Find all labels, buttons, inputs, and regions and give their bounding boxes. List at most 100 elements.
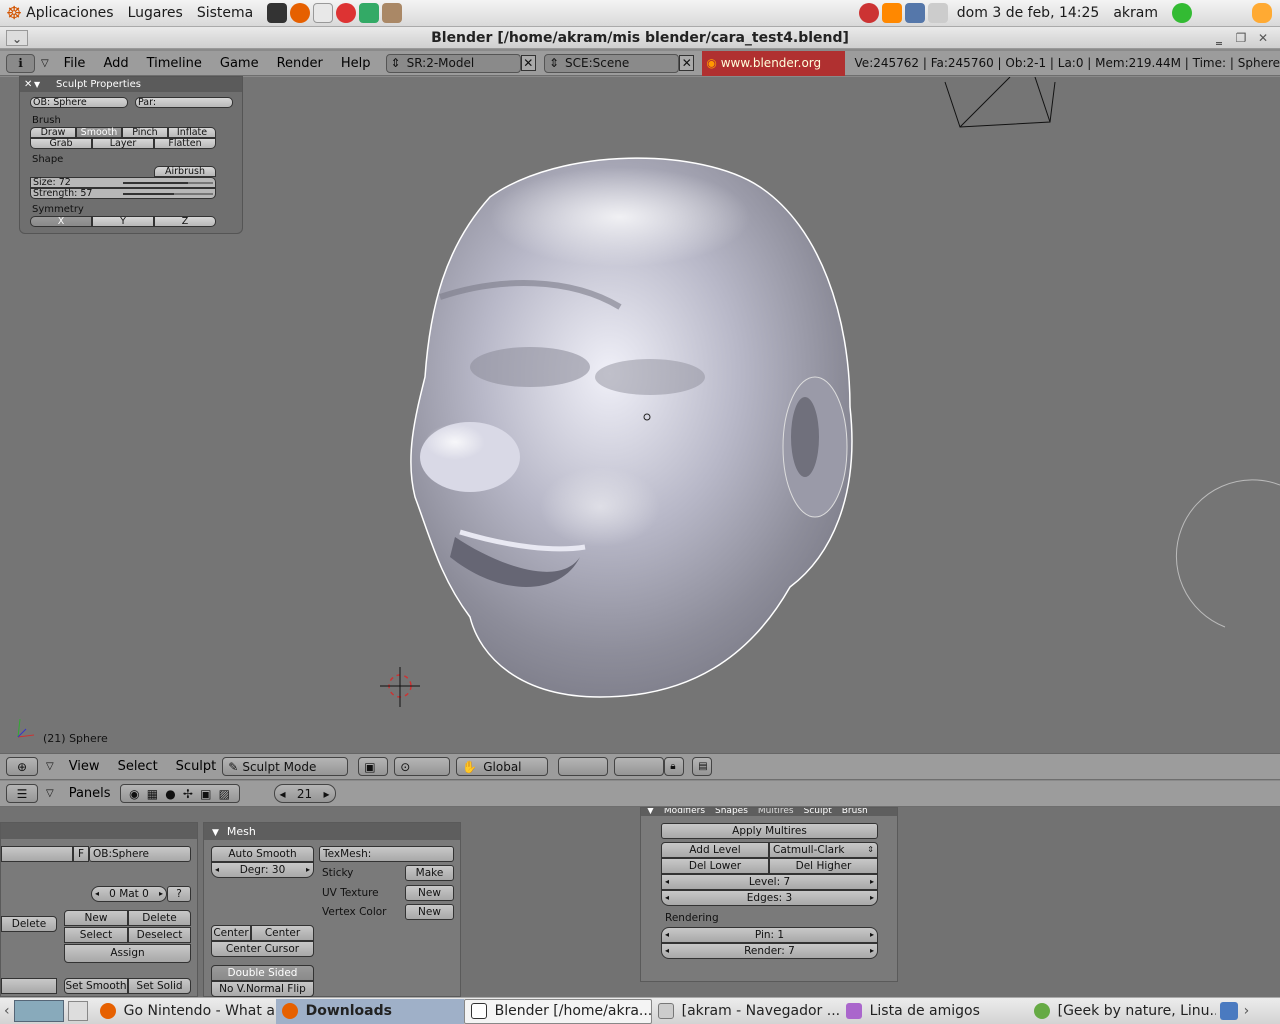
notes-icon[interactable] — [67, 1001, 88, 1021]
system-menu[interactable]: Sistema — [197, 5, 253, 21]
keyring-icon[interactable] — [1252, 3, 1272, 23]
task-buddy-list[interactable]: Lista de amigos — [840, 999, 1028, 1024]
delete-material-button[interactable]: Delete — [128, 910, 191, 926]
subdivision-type-selector[interactable]: Catmull-Clark ⇕ — [769, 842, 878, 858]
size-slider[interactable]: Size: 72 — [30, 177, 216, 188]
brush-inflate[interactable]: Inflate — [168, 127, 216, 138]
brush-layer[interactable]: Layer — [92, 138, 154, 149]
screen-delete-button[interactable]: ✕ — [520, 55, 536, 71]
context-buttons[interactable]: ◉ ▦ ● ✢ ▣ ▨ — [119, 784, 240, 803]
left-arrow-icon[interactable]: ◂ — [665, 891, 669, 905]
monitor-launcher-icon[interactable] — [359, 3, 380, 23]
editor-type-button[interactable]: ℹ — [6, 53, 35, 73]
network-icon[interactable] — [904, 3, 925, 23]
pivot-selector[interactable]: ⊙ — [394, 757, 451, 776]
tab-multires[interactable]: Multires — [758, 808, 794, 816]
maximize-button[interactable]: ❐ — [1232, 30, 1250, 46]
airbrush-toggle[interactable]: Airbrush — [154, 166, 216, 177]
tab-brush[interactable]: Brush — [842, 808, 868, 816]
brush-smooth[interactable]: Smooth — [76, 127, 122, 138]
center-button[interactable]: Center — [211, 925, 251, 941]
gimp-launcher-icon[interactable] — [382, 3, 403, 23]
window-menu-button[interactable]: ⌄ — [6, 30, 28, 46]
network-block-icon[interactable] — [858, 3, 879, 23]
editor-type-button[interactable]: ☰ — [6, 784, 38, 803]
right-arrow-icon[interactable]: ▸ — [870, 944, 874, 958]
left-arrow-icon[interactable]: ◂ — [665, 928, 669, 942]
task-geek-by-nature[interactable]: [Geek by nature, Linu... — [1028, 999, 1216, 1024]
terminal-launcher-icon[interactable] — [267, 3, 288, 23]
sticky-make-button[interactable]: Make — [405, 865, 454, 881]
right-arrow-icon[interactable]: ▸ — [306, 863, 310, 877]
tab-sculpt[interactable]: Sculpt — [804, 808, 832, 816]
screen-selector[interactable]: ⇕ SR:2-Model — [385, 53, 521, 73]
editor-type-button[interactable]: ⊕ — [6, 757, 38, 776]
right-arrow-icon[interactable]: ▸ — [870, 928, 874, 942]
task-go-nintendo[interactable]: Go Nintendo - What a... — [94, 999, 276, 1024]
tab-modifiers[interactable]: Modifiers — [664, 808, 705, 816]
menu-select[interactable]: Select — [118, 759, 158, 774]
texmesh-field[interactable]: TexMesh: — [319, 846, 454, 862]
workspace-switcher[interactable] — [13, 1000, 64, 1022]
mode-selector[interactable]: ✎ Sculpt Mode — [222, 757, 349, 776]
right-arrow-icon[interactable]: ▸ — [159, 887, 163, 901]
layer-buttons-1[interactable] — [558, 757, 609, 776]
minimize-button[interactable]: ‗ — [1210, 30, 1228, 46]
right-arrow-icon[interactable]: ▸ — [324, 787, 330, 801]
quit-icon[interactable] — [1172, 3, 1192, 23]
task-nautilus[interactable]: [akram - Navegador ... — [652, 999, 840, 1024]
degr-field[interactable]: ◂ Degr: 30 ▸ — [211, 862, 314, 878]
assign-material-button[interactable]: Assign — [64, 944, 191, 963]
scene-delete-button[interactable]: ✕ — [679, 55, 695, 71]
vertex-color-new-button[interactable]: New — [405, 904, 454, 920]
menu-file[interactable]: File — [64, 56, 86, 71]
right-arrow-icon[interactable]: ▸ — [870, 875, 874, 889]
uv-texture-new-button[interactable]: New — [405, 885, 454, 901]
frame-counter[interactable]: ◂ 21 ▸ — [273, 784, 336, 803]
panels-menu[interactable]: Panels — [69, 786, 111, 801]
sculpt-panel-header[interactable]: ✕ ▼ Sculpt Properties — [20, 77, 242, 92]
left-arrow-icon[interactable]: ◂ — [280, 787, 286, 801]
brush-pinch[interactable]: Pinch — [122, 127, 168, 138]
level-field[interactable]: ◂ Level: 7 ▸ — [661, 874, 878, 890]
symmetry-z[interactable]: Z — [154, 216, 216, 227]
collapse-icon[interactable]: ▼ — [212, 828, 219, 838]
material-query-button[interactable]: ? — [167, 886, 191, 902]
set-smooth-button[interactable]: Set Smooth — [64, 978, 128, 994]
strength-slider[interactable]: Strength: 57 — [30, 188, 216, 199]
menu-sculpt[interactable]: Sculpt — [176, 759, 217, 774]
update-notifier-icon[interactable] — [881, 3, 902, 23]
symmetry-y[interactable]: Y — [92, 216, 154, 227]
task-blender[interactable]: Blender [/home/akra... — [463, 998, 652, 1024]
new-material-button[interactable]: New — [64, 910, 128, 926]
right-arrow-icon[interactable]: ▸ — [870, 891, 874, 905]
no-vnormal-flip-toggle[interactable]: No V.Normal Flip — [211, 981, 314, 997]
close-icon[interactable]: ✕ — [24, 77, 32, 92]
mesh-panel-header[interactable]: ▼ Mesh — [204, 823, 460, 840]
symmetry-x[interactable]: X — [30, 216, 92, 227]
left-arrow-icon[interactable]: ◂ — [665, 944, 669, 958]
ob-field[interactable]: OB: Sphere — [30, 97, 128, 108]
center-new-button[interactable]: Center New — [251, 925, 314, 953]
show-desktop-icon[interactable]: ‹ — [4, 1003, 10, 1019]
brush-grab[interactable]: Grab — [30, 138, 92, 149]
scroll-right-icon[interactable]: › — [1244, 1003, 1250, 1019]
pin-field[interactable]: ◂ Pin: 1 ▸ — [661, 927, 878, 943]
material-index[interactable]: ◂ 0 Mat 0 ▸ — [91, 886, 167, 902]
close-button[interactable]: ✕ — [1254, 30, 1272, 46]
left-arrow-icon[interactable]: ◂ — [215, 863, 219, 877]
blender-url[interactable]: ◉ www.blender.org 245 — [702, 50, 845, 95]
f-button[interactable]: F — [73, 846, 89, 862]
scene-selector[interactable]: ⇕ SCE:Scene — [543, 53, 680, 73]
deselect-material-button[interactable]: Deselect — [128, 927, 191, 943]
trash-icon[interactable] — [1219, 1002, 1238, 1020]
help-launcher-icon[interactable] — [336, 3, 357, 23]
applications-menu[interactable]: Aplicaciones — [26, 5, 113, 21]
apply-multires-button[interactable]: Apply Multires — [661, 823, 878, 839]
menu-timeline[interactable]: Timeline — [147, 56, 202, 71]
edges-field[interactable]: ◂ Edges: 3 ▸ — [661, 890, 878, 906]
brush-draw[interactable]: Draw — [30, 127, 76, 138]
add-level-button[interactable]: Add Level — [661, 842, 769, 858]
lock-button[interactable]: 🔒︎ — [664, 757, 685, 776]
task-downloads[interactable]: Downloads — [275, 998, 464, 1024]
